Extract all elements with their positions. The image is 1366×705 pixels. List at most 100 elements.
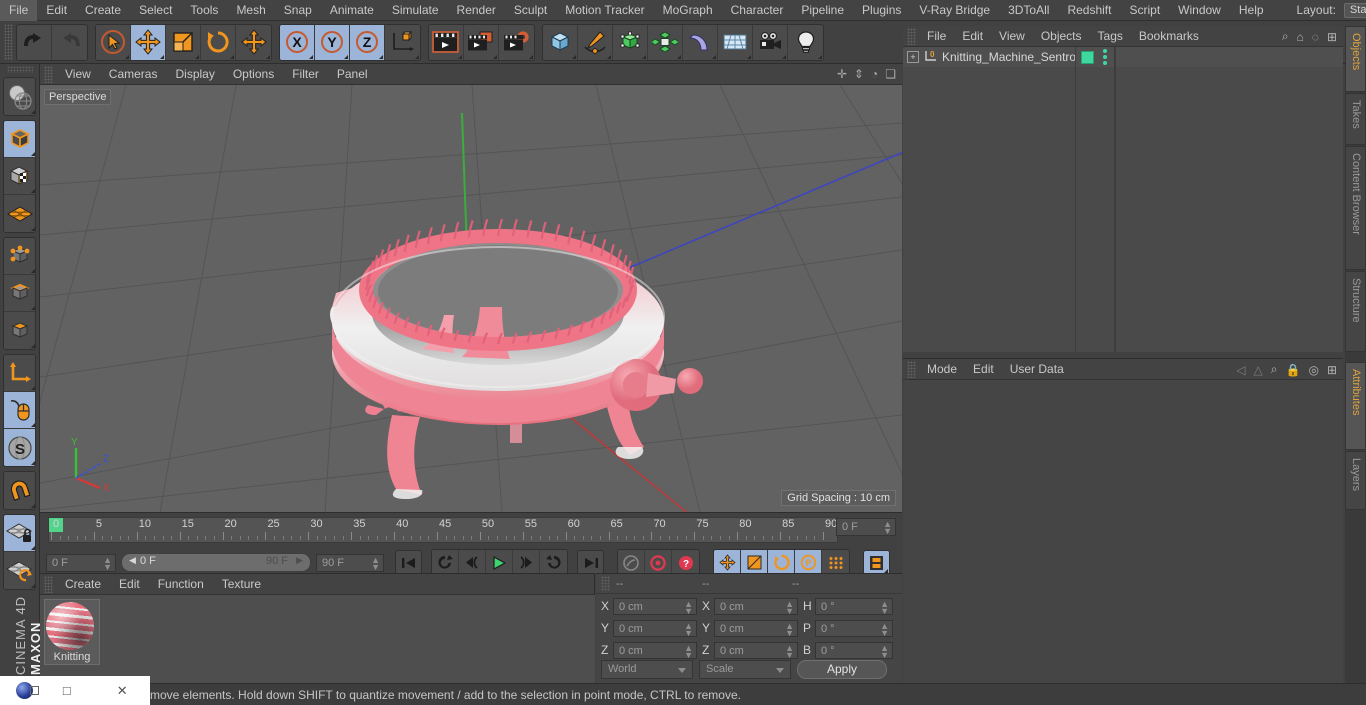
render-settings-button[interactable]: [499, 24, 534, 60]
search-icon[interactable]: ⌕: [1282, 29, 1289, 44]
max-frame-field[interactable]: 90 F ▲ ▼: [316, 553, 384, 572]
material-menu-function[interactable]: Function: [149, 574, 213, 595]
layout-dropdown[interactable]: Startup: [1343, 2, 1366, 18]
menu-item-redshift[interactable]: Redshift: [1058, 0, 1120, 21]
expand-toggle[interactable]: +: [907, 51, 919, 63]
menu-item-window[interactable]: Window: [1169, 0, 1230, 21]
lock-workplane-button[interactable]: [4, 515, 35, 552]
add-camera-button[interactable]: [753, 24, 788, 60]
rotate-icon[interactable]: ◔: [871, 67, 878, 81]
polygons-mode-button[interactable]: [4, 312, 35, 349]
plus-box-icon[interactable]: ⊞: [1327, 30, 1337, 44]
menu-item-motion-tracker[interactable]: Motion Tracker: [556, 0, 653, 21]
size-field-0[interactable]: 0 cm ▲ ▼: [714, 597, 798, 615]
rotate-tool[interactable]: [201, 24, 236, 60]
menu-item-pipeline[interactable]: Pipeline: [792, 0, 853, 21]
scale-tool[interactable]: [166, 24, 201, 60]
menu-item-help[interactable]: Help: [1230, 0, 1273, 21]
menu-item-character[interactable]: Character: [722, 0, 793, 21]
position-key-button[interactable]: [714, 550, 741, 575]
viewport-menu-panel[interactable]: Panel: [328, 64, 377, 85]
ellipse-icon[interactable]: ◌: [1312, 30, 1319, 44]
menu-item-edit[interactable]: Edit: [37, 0, 76, 21]
attributes-grip[interactable]: [907, 360, 916, 378]
object-tree[interactable]: + 0 Knitting_Machine_Sentro: [903, 47, 1343, 352]
coordinate-system-dropdown[interactable]: World: [601, 660, 693, 679]
symmetry-mode-button[interactable]: S: [4, 429, 35, 466]
rotation-field-2[interactable]: 0 ° ▲ ▼: [815, 641, 893, 659]
back-nav-icon[interactable]: ◁: [1236, 363, 1245, 377]
viewport-menu-filter[interactable]: Filter: [283, 64, 328, 85]
size-field-2[interactable]: 0 cm ▲ ▼: [714, 641, 798, 659]
left-toolbar-grip[interactable]: [6, 66, 33, 73]
dolly-icon[interactable]: ⇕: [854, 67, 864, 81]
maximize-icon[interactable]: ❏: [885, 67, 896, 81]
plus-box-icon[interactable]: ⊞: [1327, 363, 1337, 377]
material-tag[interactable]: [1081, 50, 1094, 64]
add-light-button[interactable]: [788, 24, 823, 60]
home-icon[interactable]: ⌂: [1297, 30, 1304, 44]
parameter-key-button[interactable]: P: [795, 550, 822, 575]
record-active-objects-button[interactable]: [618, 550, 645, 575]
attributes-menu-mode[interactable]: Mode: [919, 359, 965, 380]
go-to-start-button[interactable]: [395, 550, 422, 575]
material-preview-sphere[interactable]: [46, 602, 94, 650]
lock-icon[interactable]: 🔒: [1286, 363, 1301, 377]
object-menu-view[interactable]: View: [991, 26, 1033, 47]
render-to-picture-viewer-button[interactable]: [464, 24, 499, 60]
vtab-structure[interactable]: Structure: [1345, 271, 1366, 353]
close-button[interactable]: ✕: [95, 683, 151, 699]
menu-item-plugins[interactable]: Plugins: [853, 0, 910, 21]
menu-item-select[interactable]: Select: [130, 0, 181, 21]
move-tool[interactable]: [131, 24, 166, 60]
keyframe-selection-button[interactable]: ?: [672, 550, 699, 575]
workplane-mode-button[interactable]: [4, 195, 35, 232]
undo-button[interactable]: [17, 24, 52, 60]
timeline-ruler[interactable]: 0 5 10 15 20 25 30 35 40 45 50 55 60 65 70 75 80 85 90: [48, 517, 838, 543]
material-list[interactable]: Knitting: [40, 595, 595, 684]
menu-item-v-ray-bridge[interactable]: V-Ray Bridge: [910, 0, 999, 21]
position-field-2[interactable]: 0 cm ▲ ▼: [613, 641, 697, 659]
viewport-menu-display[interactable]: Display: [166, 64, 223, 85]
menu-item-animate[interactable]: Animate: [321, 0, 383, 21]
position-field-0[interactable]: 0 cm ▲ ▼: [613, 597, 697, 615]
viewport-menu-view[interactable]: View: [56, 64, 100, 85]
preview-range-slider[interactable]: ◀ 0 F 90 F ▶: [121, 553, 311, 572]
forward-nav-icon[interactable]: △: [1254, 363, 1263, 377]
menu-item-file[interactable]: File: [0, 0, 38, 21]
viewport-menu-options[interactable]: Options: [224, 64, 283, 85]
position-field-1[interactable]: 0 cm ▲ ▼: [613, 619, 697, 637]
menu-item-create[interactable]: Create: [76, 0, 130, 21]
toolbar-grip[interactable]: [4, 24, 13, 60]
attributes-menu-user-data[interactable]: User Data: [1002, 359, 1072, 380]
play-button[interactable]: [486, 550, 513, 575]
attributes-content[interactable]: [903, 380, 1343, 684]
vtab-content-browser[interactable]: Content Browser: [1345, 146, 1366, 271]
material-grip[interactable]: [44, 575, 53, 593]
edges-mode-button[interactable]: [4, 275, 35, 312]
viewport-menu-cameras[interactable]: Cameras: [100, 64, 167, 85]
material-item[interactable]: Knitting: [44, 599, 100, 665]
pan-icon[interactable]: ✛: [837, 67, 847, 81]
timeline-mode-button[interactable]: [863, 550, 890, 575]
coordinates-grip[interactable]: [601, 576, 610, 591]
material-menu-create[interactable]: Create: [56, 574, 110, 595]
vtab-layers[interactable]: Layers: [1345, 451, 1366, 511]
current-frame-field[interactable]: 0 F ▲ ▼: [46, 553, 116, 572]
menu-item-mesh[interactable]: Mesh: [227, 0, 274, 21]
texture-mode-button[interactable]: [4, 158, 35, 195]
add-cube-button[interactable]: [543, 24, 578, 60]
lock-x-axis[interactable]: X: [280, 24, 315, 60]
scale-key-button[interactable]: [741, 550, 768, 575]
menu-item-3dtoall[interactable]: 3DToAll: [999, 0, 1058, 21]
pla-key-button[interactable]: [822, 550, 849, 575]
add-generator-button[interactable]: [613, 24, 648, 60]
add-spline-button[interactable]: [578, 24, 613, 60]
live-selection-tool[interactable]: [96, 24, 131, 60]
apply-button[interactable]: Apply: [797, 660, 887, 679]
add-deformer-button[interactable]: [683, 24, 718, 60]
vtab-objects[interactable]: Objects: [1345, 26, 1366, 93]
object-menu-bookmarks[interactable]: Bookmarks: [1131, 26, 1207, 47]
coordinate-move-tool[interactable]: [236, 24, 271, 60]
lock-z-axis[interactable]: Z: [350, 24, 385, 60]
